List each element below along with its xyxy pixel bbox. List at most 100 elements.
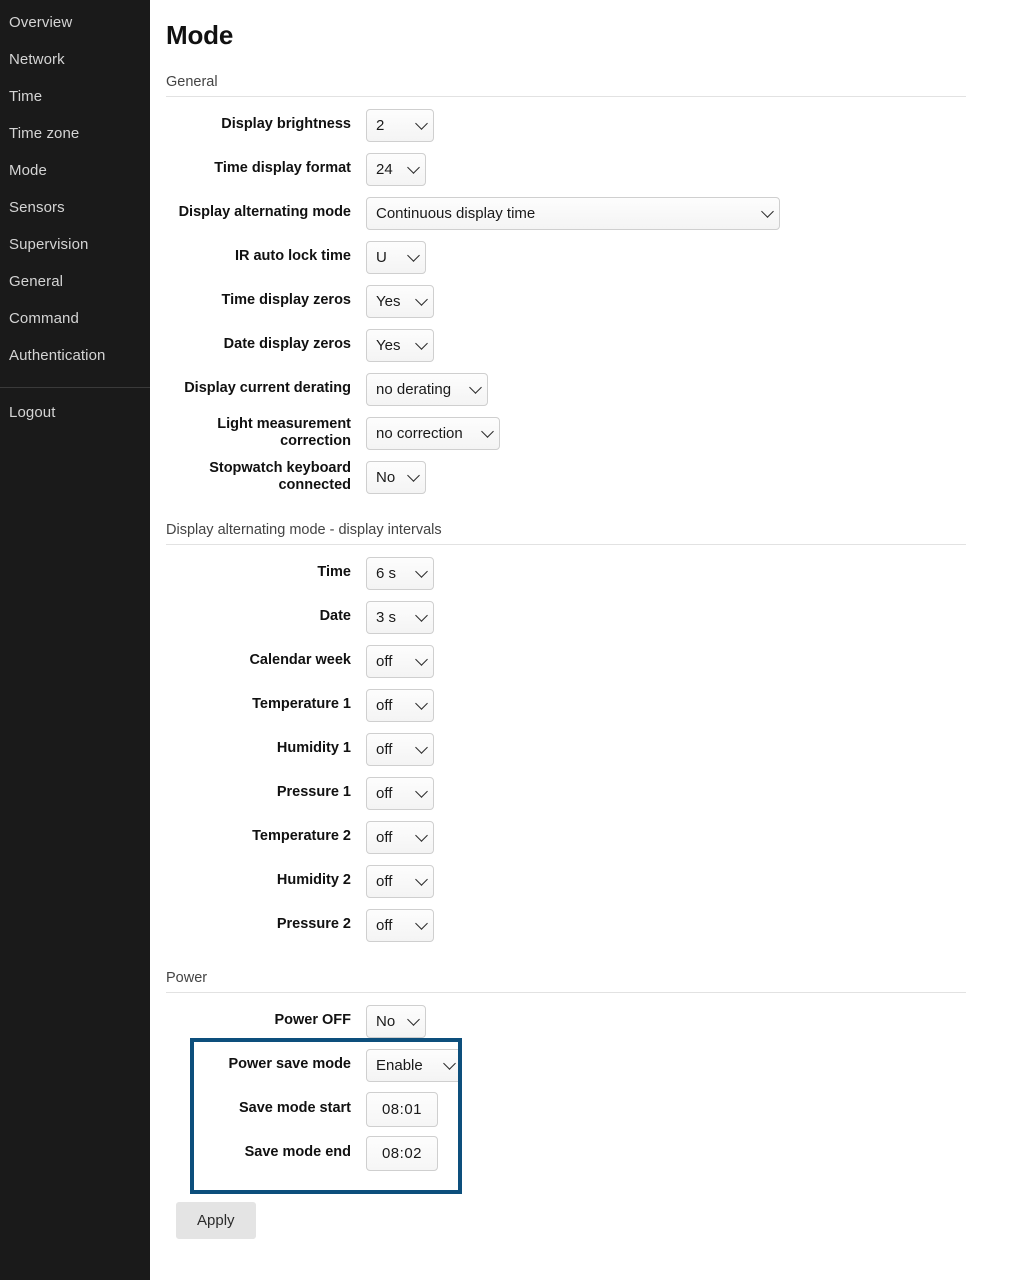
select-value: Yes (376, 292, 401, 310)
section-header-display-intervals: Display alternating mode - display inter… (166, 522, 966, 545)
select-display-current-derating[interactable]: no derating (366, 372, 488, 406)
chevron-down-icon (415, 609, 428, 622)
select-interval-humidity-2[interactable]: off (366, 864, 434, 898)
chevron-down-icon (415, 741, 428, 754)
sidebar-item-general[interactable]: General (0, 263, 150, 300)
form-row-display-brightness: Display brightness 2 (166, 103, 1024, 147)
field-label: Humidity 2 (276, 872, 351, 889)
chevron-down-icon (415, 117, 428, 130)
select-time-display-zeros[interactable]: Yes (366, 284, 434, 318)
form-row-save-mode-end: Save mode end 08:02 (166, 1131, 1024, 1175)
chevron-down-icon (415, 337, 428, 350)
field-label: Temperature 1 (252, 696, 351, 713)
select-power-off[interactable]: No (366, 1004, 426, 1038)
sidebar-item-overview[interactable]: Overview (0, 4, 150, 41)
select-value: off (376, 784, 393, 802)
sidebar-item-authentication[interactable]: Authentication (0, 337, 150, 374)
form-row-interval-pressure-2: Pressure 2 off (166, 903, 1024, 947)
field-label: Time display zeros (221, 292, 351, 309)
chevron-down-icon (407, 469, 420, 482)
chevron-down-icon (415, 697, 428, 710)
field-label: Display alternating mode (178, 204, 351, 221)
select-value: 3 s (376, 608, 397, 626)
select-display-alternating-mode[interactable]: Continuous display time (366, 196, 780, 230)
form-row-interval-time: Time 6 s (166, 551, 1024, 595)
field-control: off (366, 644, 434, 678)
field-label: Calendar week (249, 652, 351, 669)
select-interval-pressure-2[interactable]: off (366, 908, 434, 942)
sidebar-item-label: Logout (9, 404, 56, 421)
form-row-ir-auto-lock-time: IR auto lock time U (166, 235, 1024, 279)
select-time-display-format[interactable]: 24 (366, 152, 426, 186)
sidebar-item-command[interactable]: Command (0, 300, 150, 337)
page-title: Mode (166, 20, 234, 50)
chevron-down-icon (469, 381, 482, 394)
field-control: off (366, 776, 434, 810)
section-header-power: Power (166, 970, 966, 993)
select-interval-temperature-1[interactable]: off (366, 688, 434, 722)
form-row-power-save-mode: Power save mode Enable (166, 1043, 1024, 1087)
sidebar-item-mode[interactable]: Mode (0, 152, 150, 189)
field-label: Display current derating (184, 380, 351, 397)
select-value: off (376, 696, 393, 714)
sidebar-item-label: Time (9, 88, 43, 105)
select-value: no correction (376, 424, 463, 442)
select-interval-date[interactable]: 3 s (366, 600, 434, 634)
field-label: Save mode start (238, 1100, 351, 1117)
field-control: off (366, 732, 434, 766)
select-date-display-zeros[interactable]: Yes (366, 328, 434, 362)
chevron-down-icon (481, 425, 494, 438)
field-control: 08:02 (366, 1135, 438, 1171)
sidebar-item-time-zone[interactable]: Time zone (0, 115, 150, 152)
select-interval-temperature-2[interactable]: off (366, 820, 434, 854)
field-label: Humidity 1 (276, 740, 351, 757)
select-stopwatch-keyboard-connected[interactable]: No (366, 460, 426, 494)
section-header-general: General (166, 74, 966, 97)
form-row-light-measurement-correction: Light measurement correction no correcti… (166, 411, 1024, 455)
field-label: Power OFF (274, 1012, 351, 1029)
input-save-mode-start[interactable]: 08:01 (366, 1091, 438, 1127)
select-power-save-mode[interactable]: Enable (366, 1048, 462, 1082)
form-row-interval-temperature-1: Temperature 1 off (166, 683, 1024, 727)
select-interval-pressure-1[interactable]: off (366, 776, 434, 810)
field-control: off (366, 820, 434, 854)
select-light-measurement-correction[interactable]: no correction (366, 416, 500, 450)
form-row-display-current-derating: Display current derating no derating (166, 367, 1024, 411)
sidebar-item-supervision[interactable]: Supervision (0, 226, 150, 263)
apply-button[interactable]: Apply (176, 1202, 256, 1239)
chevron-down-icon (415, 873, 428, 886)
field-control: 24 (366, 152, 426, 186)
field-control: Yes (366, 284, 434, 318)
form-row-display-alternating-mode: Display alternating mode Continuous disp… (166, 191, 1024, 235)
chevron-down-icon (407, 249, 420, 262)
sidebar-item-label: Overview (9, 14, 73, 31)
sidebar-item-sensors[interactable]: Sensors (0, 189, 150, 226)
select-ir-auto-lock-time[interactable]: U (366, 240, 426, 274)
input-save-mode-end[interactable]: 08:02 (366, 1135, 438, 1171)
chevron-down-icon (407, 161, 420, 174)
form-section-power: Power OFF No Power save mode Enable Save… (166, 993, 1024, 1175)
select-display-brightness[interactable]: 2 (366, 108, 434, 142)
field-control: No (366, 1004, 426, 1038)
field-label: Power save mode (228, 1056, 352, 1073)
select-value: 6 s (376, 564, 397, 582)
select-value: No (376, 468, 396, 486)
sidebar-item-label: Authentication (9, 347, 106, 364)
form-row-time-display-format: Time display format 24 (166, 147, 1024, 191)
select-interval-humidity-1[interactable]: off (366, 732, 434, 766)
sidebar-item-time[interactable]: Time (0, 78, 150, 115)
select-value: off (376, 652, 393, 670)
field-control: Enable (366, 1048, 462, 1082)
select-value: No (376, 1012, 396, 1030)
input-value: 08:02 (381, 1144, 423, 1162)
chevron-down-icon (761, 205, 774, 218)
sidebar-item-logout[interactable]: Logout (0, 394, 150, 431)
sidebar-item-network[interactable]: Network (0, 41, 150, 78)
apply-button-container: Apply (166, 1202, 1024, 1239)
select-interval-calendar-week[interactable]: off (366, 644, 434, 678)
field-label: Time display format (214, 160, 351, 177)
select-interval-time[interactable]: 6 s (366, 556, 434, 590)
sidebar-item-label: General (9, 273, 64, 290)
field-control: no derating (366, 372, 488, 406)
field-control: no correction (366, 416, 500, 450)
